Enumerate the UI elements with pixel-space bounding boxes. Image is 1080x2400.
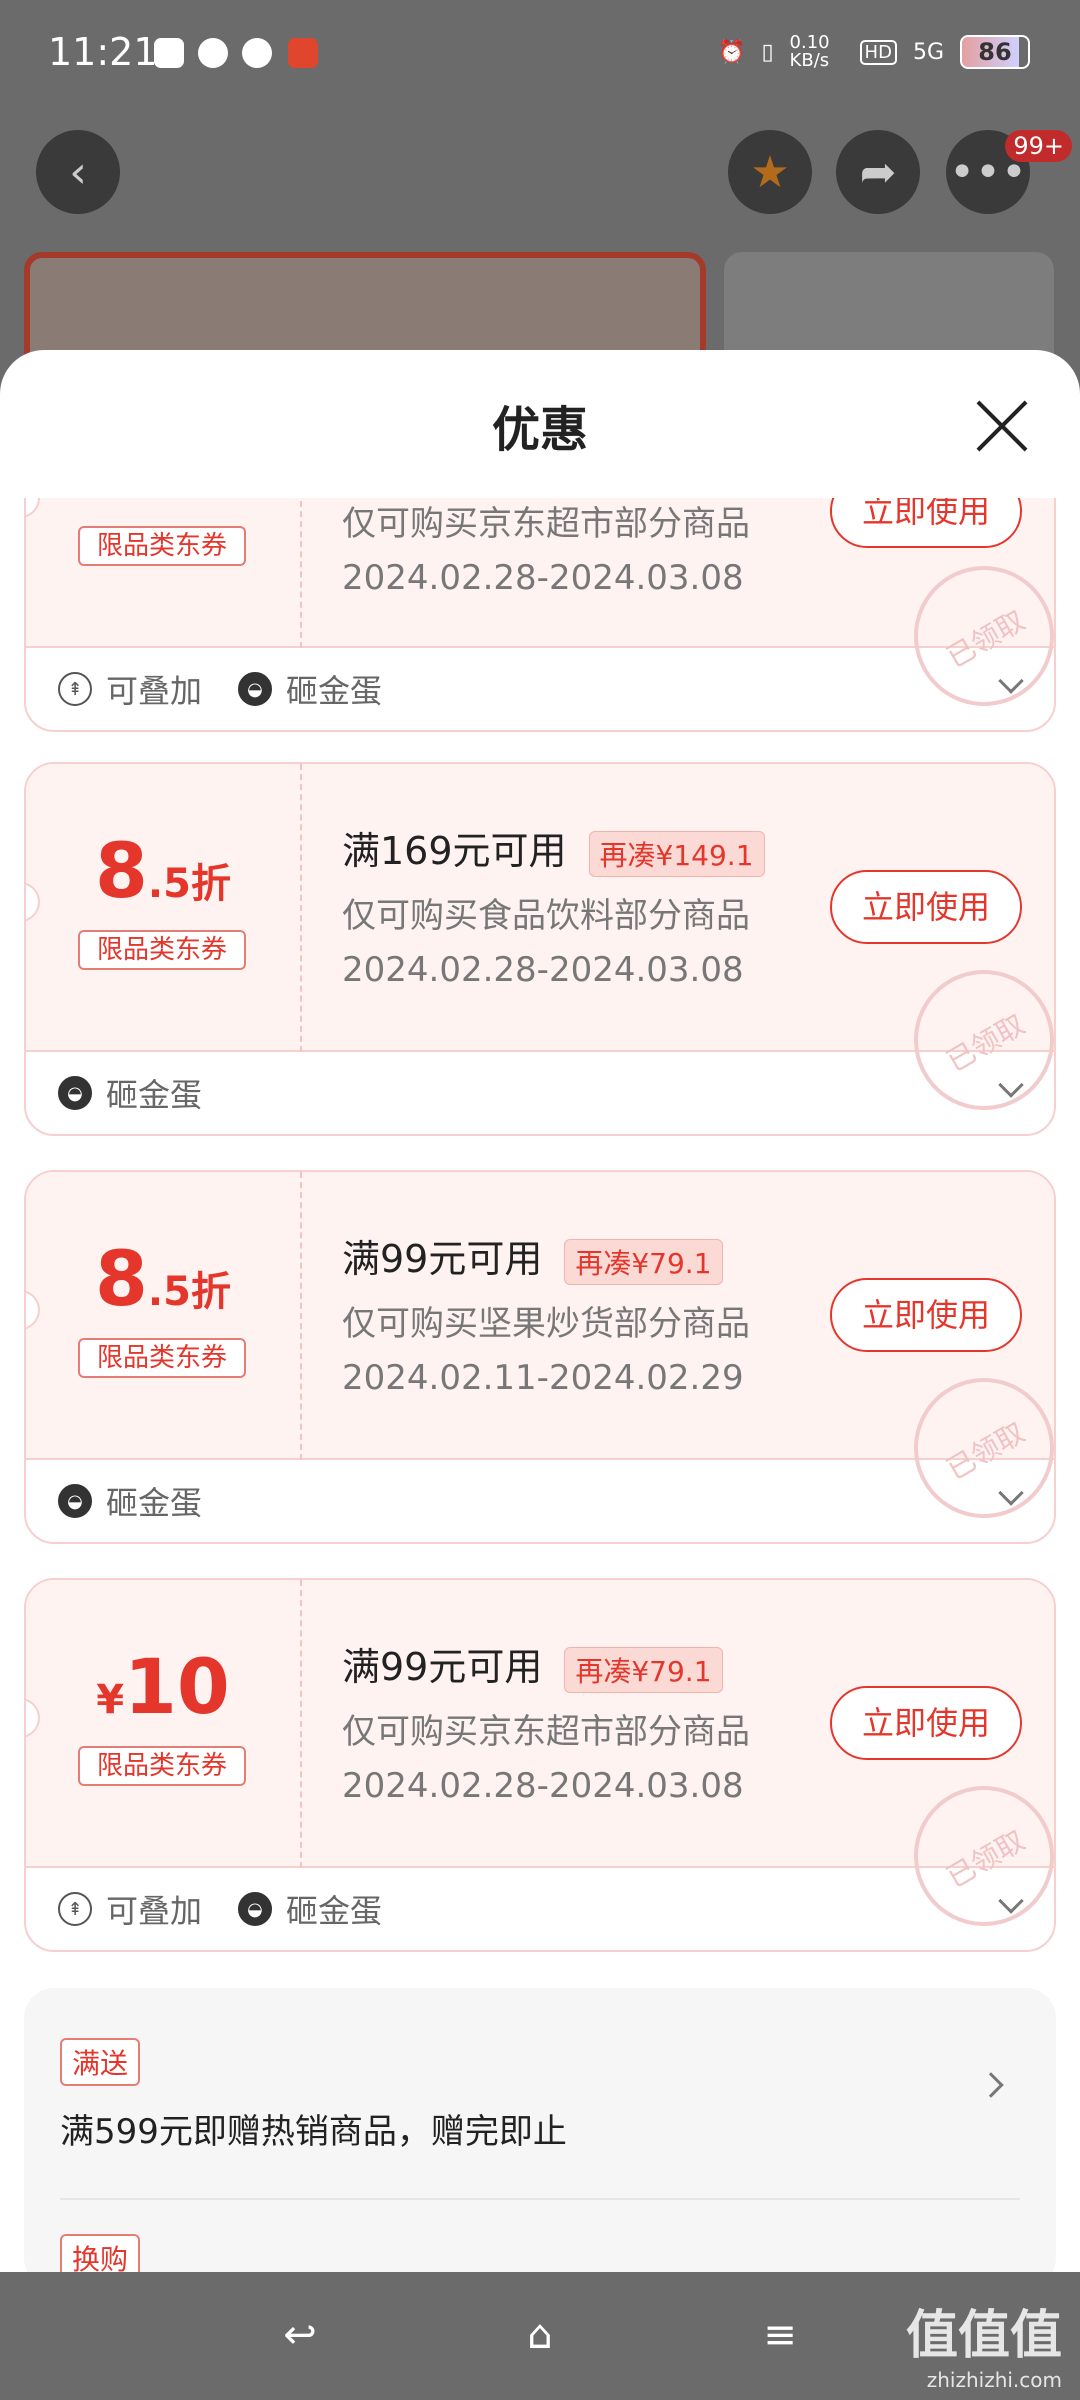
app-notification-icon	[288, 38, 318, 68]
vibrate-icon: ▯	[761, 39, 774, 65]
coupon-dates: 2024.02.28-2024.03.08	[342, 1766, 744, 1806]
chevron-down-icon[interactable]	[998, 1480, 1024, 1506]
sheet-title: 优惠	[491, 402, 588, 458]
feature-label: 可叠加	[106, 672, 203, 710]
coupon-card: 8.5折 限品类东券 满99元可用 再凑¥79.1 仅可购买坚果炒货部分商品 20…	[24, 1170, 1056, 1544]
coupon-features[interactable]: ◒ 砸金蛋	[26, 1460, 1054, 1542]
golden-egg-icon: ◒	[238, 672, 273, 706]
watermark-title: 值值值	[905, 2306, 1062, 2366]
net-speed: 0.10 KB/s	[789, 32, 830, 71]
exchange-label: 换购	[60, 2234, 141, 2272]
coupon-condition: 满99元可用 再凑¥79.1	[342, 1228, 723, 1285]
menu-nav-button[interactable]: ≡	[752, 2312, 808, 2360]
coupon-value: ¥10	[26, 1642, 300, 1731]
star-icon: ★	[750, 146, 790, 198]
share-icon: ➦	[859, 146, 897, 198]
battery-icon: 86	[960, 35, 1030, 69]
stackable-icon: ⇞	[58, 672, 92, 706]
golden-egg-icon: ◒	[238, 1892, 273, 1926]
mail-notification-icon	[154, 38, 184, 68]
home-nav-button[interactable]: ⌂	[512, 2312, 568, 2360]
coupon-dates: 2024.02.28-2024.03.08	[342, 950, 744, 990]
feature-label: 砸金蛋	[286, 672, 383, 710]
coupon-scope: 仅可购买京东超市部分商品	[342, 1712, 750, 1752]
discount-sheet: 优惠 限品类东券 仅可购买京东超市部分商品 2024.02.28-2024.03…	[0, 350, 1080, 2272]
back-button[interactable]: ‹	[36, 130, 120, 214]
coupon-features[interactable]: ⇞ 可叠加 ◒ 砸金蛋	[26, 1868, 1054, 1950]
coupon-card: 限品类东券 仅可购买京东超市部分商品 2024.02.28-2024.03.08…	[24, 498, 1056, 732]
chevron-down-icon[interactable]	[998, 668, 1024, 694]
coupon-condition: 满169元可用 再凑¥149.1	[342, 820, 765, 877]
message-badge: 99+	[1005, 130, 1072, 162]
coupon-tag: 限品类东券	[78, 930, 246, 970]
stackable-icon: ⇞	[58, 1892, 92, 1926]
coupon-dates: 2024.02.28-2024.03.08	[342, 558, 744, 598]
coupon-tag: 限品类东券	[78, 526, 246, 566]
coupon-scope: 仅可购买坚果炒货部分商品	[342, 1304, 750, 1344]
coupon-features[interactable]: ⇞ 可叠加 ◒ 砸金蛋	[26, 648, 1054, 730]
signal-icon: 5G	[912, 39, 944, 65]
coupon-card: 8.5折 限品类东券 满169元可用 再凑¥149.1 仅可购买食品饮料部分商品 …	[24, 762, 1056, 1136]
feature-label: 砸金蛋	[286, 1892, 383, 1930]
feature-label: 砸金蛋	[106, 1484, 203, 1522]
coupon-tag: 限品类东券	[78, 1338, 246, 1378]
alarm-icon: ⏰	[718, 39, 746, 65]
back-nav-button[interactable]: ↩	[272, 2312, 328, 2360]
coupon-card: ¥10 限品类东券 满99元可用 再凑¥79.1 仅可购买京东超市部分商品 202…	[24, 1578, 1056, 1952]
home-icon: ⌂	[527, 2312, 553, 2358]
favorite-button[interactable]: ★	[728, 130, 812, 214]
coupon-value-main: 10	[124, 1642, 230, 1731]
back-arrow-icon: ‹	[69, 146, 87, 198]
use-now-button[interactable]: 立即使用	[830, 498, 1022, 548]
coupon-dates: 2024.02.11-2024.02.29	[342, 1358, 744, 1398]
feature-label: 砸金蛋	[106, 1076, 203, 1114]
coupon-scope: 仅可购买食品饮料部分商品	[342, 896, 750, 936]
shortfall-badge: 再凑¥79.1	[564, 1238, 723, 1285]
gift-label: 满送	[60, 2038, 141, 2086]
coupon-value: 8.5折	[26, 1234, 300, 1323]
video-notification-icon	[198, 38, 228, 68]
chevron-down-icon[interactable]	[998, 1888, 1024, 1914]
use-now-button[interactable]: 立即使用	[830, 1686, 1022, 1760]
menu-icon: ≡	[763, 2312, 797, 2358]
return-icon: ↩	[283, 2312, 317, 2358]
feature-label: 可叠加	[106, 1892, 203, 1930]
coupon-scope: 仅可购买京东超市部分商品	[342, 504, 750, 544]
shortfall-badge: 再凑¥79.1	[564, 1646, 723, 1693]
watermark: 值值值 zhizhizhi.com	[906, 2293, 1062, 2392]
coupon-tag: 限品类东券	[78, 1746, 246, 1786]
gift-text: 满599元即赠热销商品，赠完即止	[60, 2112, 567, 2152]
coupon-list[interactable]: 限品类东券 仅可购买京东超市部分商品 2024.02.28-2024.03.08…	[0, 498, 1080, 2272]
golden-egg-icon: ◒	[58, 1484, 92, 1518]
coupon-features[interactable]: ◒ 砸金蛋	[26, 1052, 1054, 1134]
coupon-condition: 满99元可用 再凑¥79.1	[342, 1636, 723, 1693]
use-now-button[interactable]: 立即使用	[830, 870, 1022, 944]
link-notification-icon	[242, 38, 272, 68]
status-bar: 11:21 ⏰ ▯ 0.10 KB/s HD 5G 86	[0, 0, 1080, 110]
chevron-right-icon	[978, 2072, 1004, 2098]
chevron-down-icon[interactable]	[998, 1072, 1024, 1098]
coupon-value: 8.5折	[26, 826, 300, 915]
status-time: 11:21	[48, 30, 158, 74]
gift-promotion[interactable]: 满送 满599元即赠热销商品，赠完即止 换购	[24, 1988, 1056, 2272]
battery-level: 86	[978, 38, 1012, 66]
coupon-value-main: 8	[95, 826, 148, 915]
coupon-value-suffix: .5折	[147, 1269, 231, 1315]
watermark-url: zhizhizhi.com	[926, 2368, 1062, 2392]
coupon-value-suffix: .5折	[147, 861, 231, 907]
close-button[interactable]	[974, 398, 1030, 454]
system-nav-bar: ↩ ⌂ ≡ 值值值 zhizhizhi.com	[0, 2272, 1080, 2400]
coupon-value-main: 8	[95, 1234, 148, 1323]
golden-egg-icon: ◒	[58, 1076, 92, 1110]
share-button[interactable]: ➦	[836, 130, 920, 214]
use-now-button[interactable]: 立即使用	[830, 1278, 1022, 1352]
hd-icon: HD	[859, 39, 897, 65]
coupon-value-prefix: ¥	[96, 1677, 125, 1723]
shortfall-badge: 再凑¥149.1	[588, 830, 765, 877]
